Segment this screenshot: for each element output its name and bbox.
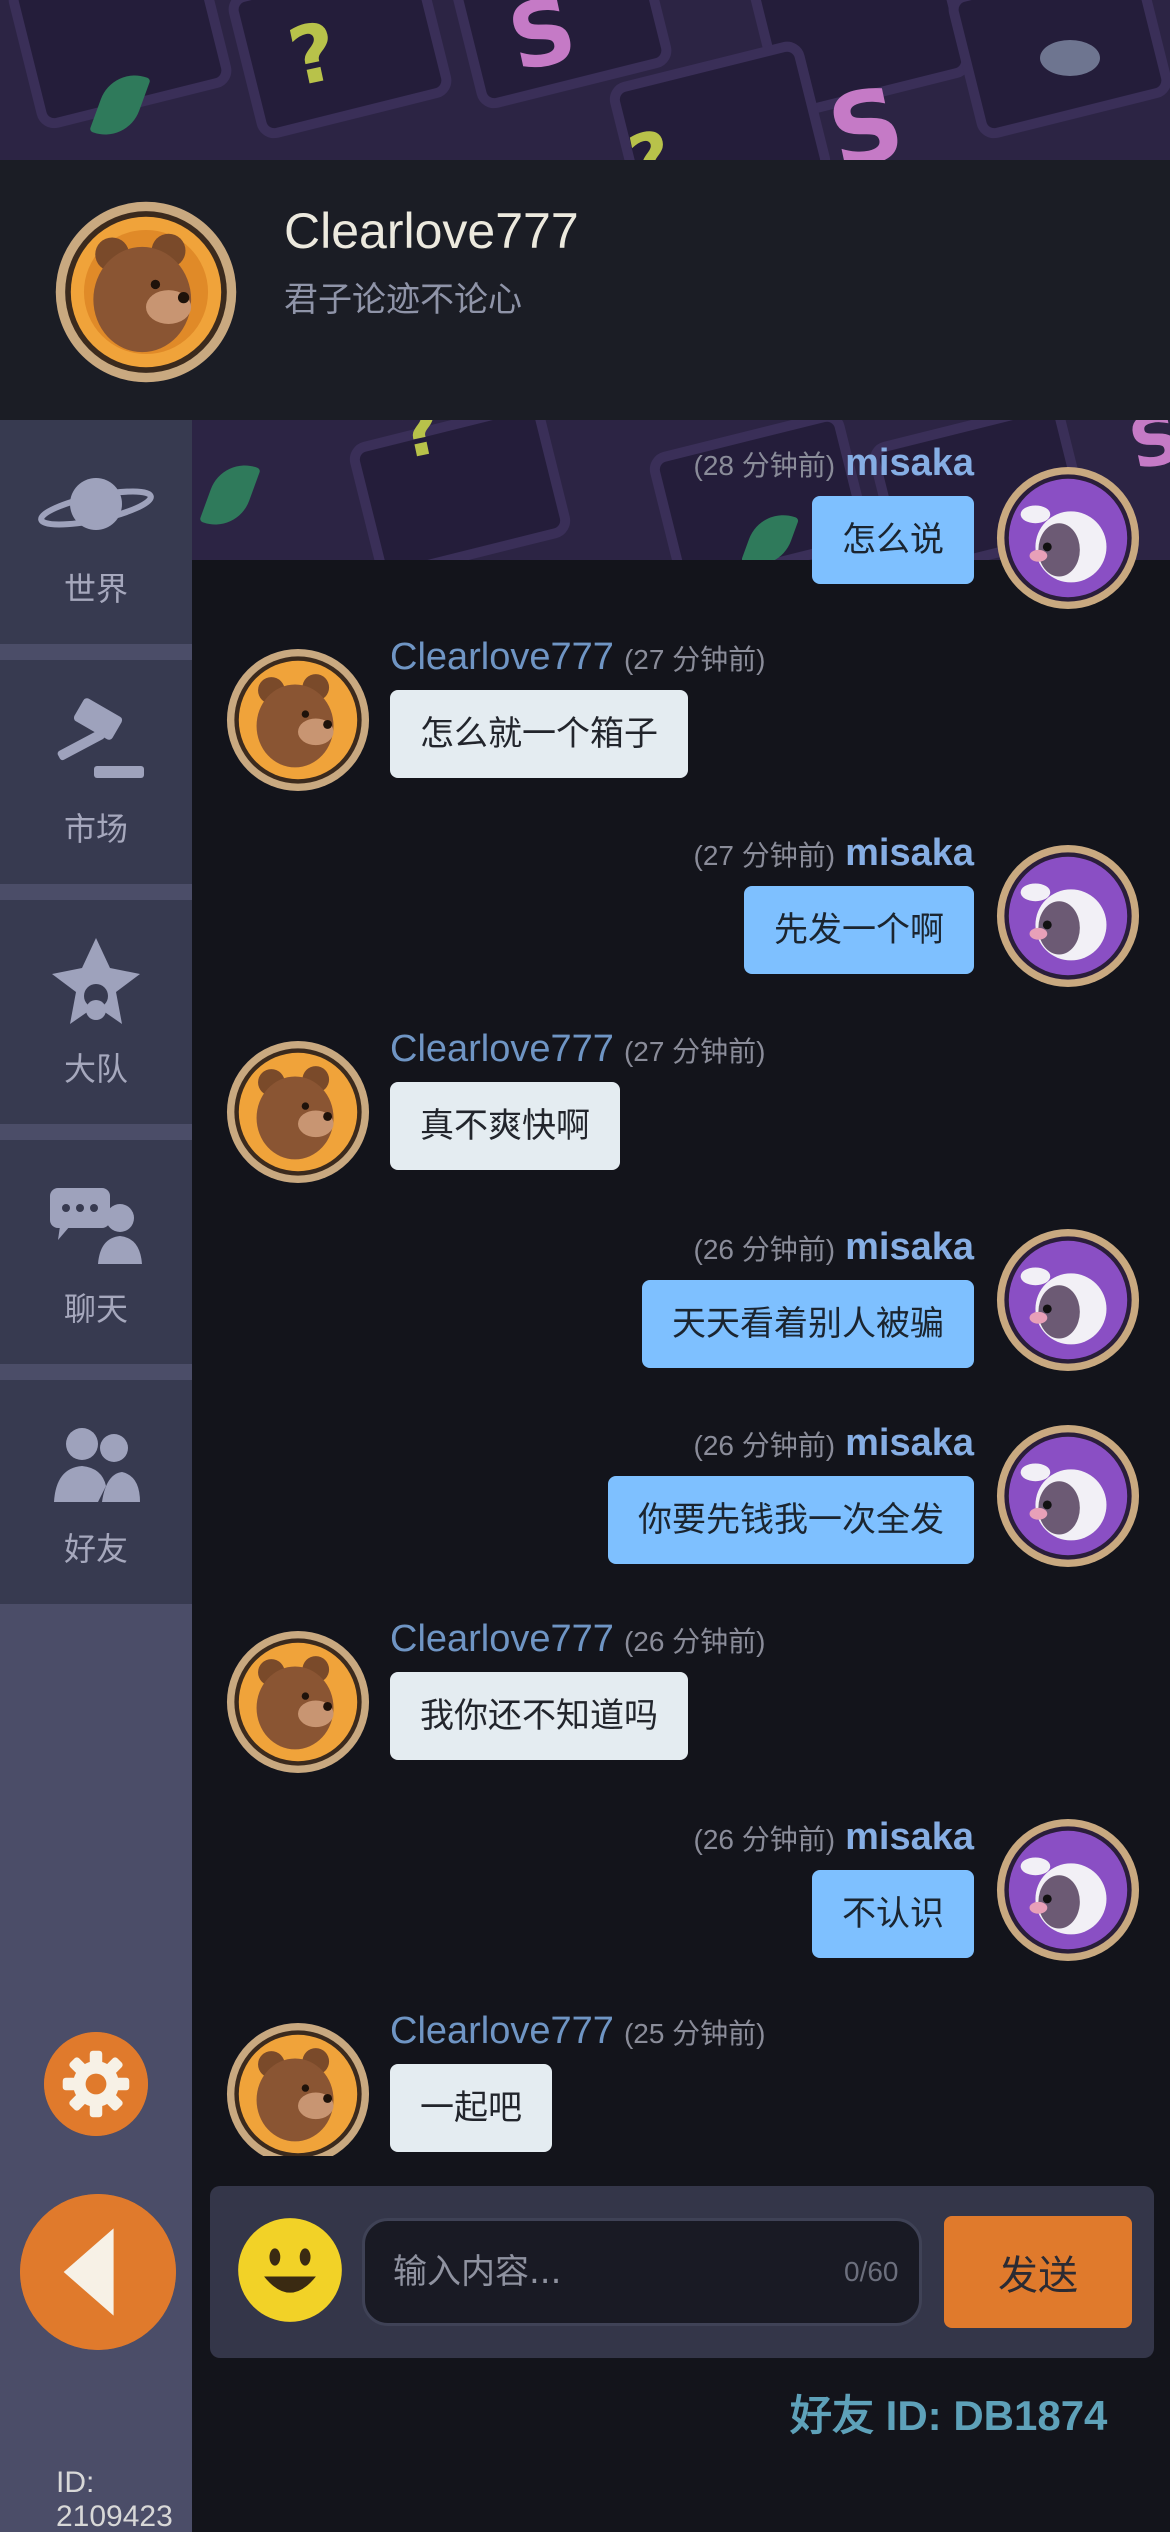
message-time: (26 分钟前): [693, 1824, 836, 1855]
message-input[interactable]: [362, 2218, 922, 2326]
message-meta: (28 分钟前) misaka: [694, 442, 974, 485]
chat-message: (28 分钟前) misaka 怎么说: [192, 442, 1170, 610]
message-sender: misaka: [845, 1816, 974, 1858]
guild-emblem-icon: [52, 938, 140, 1024]
sidebar-item-chat[interactable]: 聊天: [0, 1140, 192, 1372]
bear-avatar[interactable]: [224, 2020, 372, 2156]
message-meta: Clearlove777 (25 分钟前): [390, 2010, 766, 2053]
message-meta: Clearlove777 (26 分钟前): [390, 1618, 766, 1661]
message-sender: misaka: [845, 832, 974, 874]
message-bubble[interactable]: 一起吧: [390, 2064, 552, 2152]
friend-id: 好友 ID: DB1874: [790, 2392, 1108, 2439]
chat-message-list[interactable]: (28 分钟前) misaka 怎么说 Clearlove777 (27 分钟前…: [192, 420, 1170, 2156]
sheep-avatar[interactable]: [994, 1226, 1142, 1374]
sidebar-item-label: 聊天: [63, 1290, 128, 1328]
sheep-avatar[interactable]: [994, 1816, 1142, 1964]
bear-avatar[interactable]: [52, 198, 240, 386]
char-counter: 0/60: [844, 2256, 899, 2287]
message-time: (27 分钟前): [623, 1036, 766, 1067]
message-sender: Clearlove777: [390, 1028, 614, 1070]
sidebar: 世界 市场 大队 聊天 好友 ID: 2109423: [0, 420, 192, 2532]
chat-message: Clearlove777 (27 分钟前) 怎么就一个箱子: [192, 636, 1170, 792]
message-bubble[interactable]: 我你还不知道吗: [390, 1672, 688, 1760]
message-bubble[interactable]: 先发一个啊: [744, 886, 974, 974]
sheep-avatar[interactable]: [994, 842, 1142, 990]
message-meta: Clearlove777 (27 分钟前): [390, 636, 766, 679]
profile-name: Clearlove777: [284, 203, 579, 259]
message-meta: (26 分钟前) misaka: [694, 1816, 974, 1859]
friends-icon: [54, 1428, 140, 1502]
profile-motto: 君子论迹不论心: [284, 280, 522, 320]
message-meta: (26 分钟前) misaka: [694, 1226, 974, 1269]
chat-message: (26 分钟前) misaka 你要先钱我一次全发: [192, 1422, 1170, 1572]
bear-avatar[interactable]: [224, 1038, 372, 1186]
message-bubble[interactable]: 不认识: [812, 1870, 974, 1958]
sidebar-item-label: 市场: [63, 810, 128, 848]
message-meta: (27 分钟前) misaka: [694, 832, 974, 875]
sheep-avatar[interactable]: [994, 1422, 1142, 1570]
message-input-bar: 0/60 发送: [210, 2186, 1154, 2358]
bear-avatar[interactable]: [224, 1628, 372, 1776]
message-sender: Clearlove777: [390, 1618, 614, 1660]
sidebar-item-squad[interactable]: 大队: [0, 900, 192, 1132]
sidebar-item-label: 大队: [63, 1050, 128, 1088]
message-sender: Clearlove777: [390, 636, 614, 678]
message-sender: misaka: [845, 1226, 974, 1268]
smiley-icon[interactable]: [236, 2216, 344, 2324]
message-bubble[interactable]: 怎么说: [812, 496, 974, 584]
message-bubble[interactable]: 怎么就一个箱子: [390, 690, 688, 778]
sheep-avatar[interactable]: [994, 464, 1142, 612]
gavel-icon: [57, 698, 144, 778]
message-bubble[interactable]: 真不爽快啊: [390, 1082, 620, 1170]
bear-avatar[interactable]: [224, 646, 372, 794]
gear-icon[interactable]: [44, 2032, 148, 2136]
chat-message: (26 分钟前) misaka 不认识: [192, 1816, 1170, 1966]
back-arrow-icon[interactable]: [20, 2194, 176, 2350]
send-button[interactable]: 发送: [944, 2216, 1132, 2328]
message-time: (25 分钟前): [623, 2018, 766, 2049]
message-time: (26 分钟前): [623, 1626, 766, 1657]
message-bubble[interactable]: 天天看着别人被骗: [642, 1280, 974, 1368]
message-time: (28 分钟前): [693, 450, 836, 481]
sidebar-item-label: 世界: [63, 570, 128, 608]
chat-message: Clearlove777 (27 分钟前) 真不爽快啊: [192, 1028, 1170, 1184]
planet-icon: [38, 478, 154, 530]
message-meta: Clearlove777 (27 分钟前): [390, 1028, 766, 1071]
chat-icon: [50, 1188, 142, 1264]
profile-header: Clearlove777 君子论迹不论心: [0, 160, 1170, 420]
user-id: ID: 2109423: [56, 2466, 173, 2532]
message-time: (27 分钟前): [693, 840, 836, 871]
message-bubble[interactable]: 你要先钱我一次全发: [608, 1476, 974, 1564]
chat-message: (26 分钟前) misaka 天天看着别人被骗: [192, 1226, 1170, 1376]
sidebar-item-market[interactable]: 市场: [0, 660, 192, 892]
message-meta: (26 分钟前) misaka: [694, 1422, 974, 1465]
sidebar-item-label: 好友: [63, 1530, 128, 1568]
message-time: (27 分钟前): [623, 644, 766, 675]
message-sender: misaka: [845, 1422, 974, 1464]
chat-message: Clearlove777 (25 分钟前) 一起吧: [192, 2010, 1170, 2156]
message-sender: Clearlove777: [390, 2010, 614, 2052]
message-time: (26 分钟前): [693, 1234, 836, 1265]
message-sender: misaka: [845, 442, 974, 484]
chat-message: Clearlove777 (26 分钟前) 我你还不知道吗: [192, 1618, 1170, 1774]
sidebar-item-world[interactable]: 世界: [0, 420, 192, 652]
chat-message: (27 分钟前) misaka 先发一个啊: [192, 832, 1170, 988]
message-time: (26 分钟前): [693, 1430, 836, 1461]
sidebar-item-friends[interactable]: 好友: [0, 1380, 192, 1612]
